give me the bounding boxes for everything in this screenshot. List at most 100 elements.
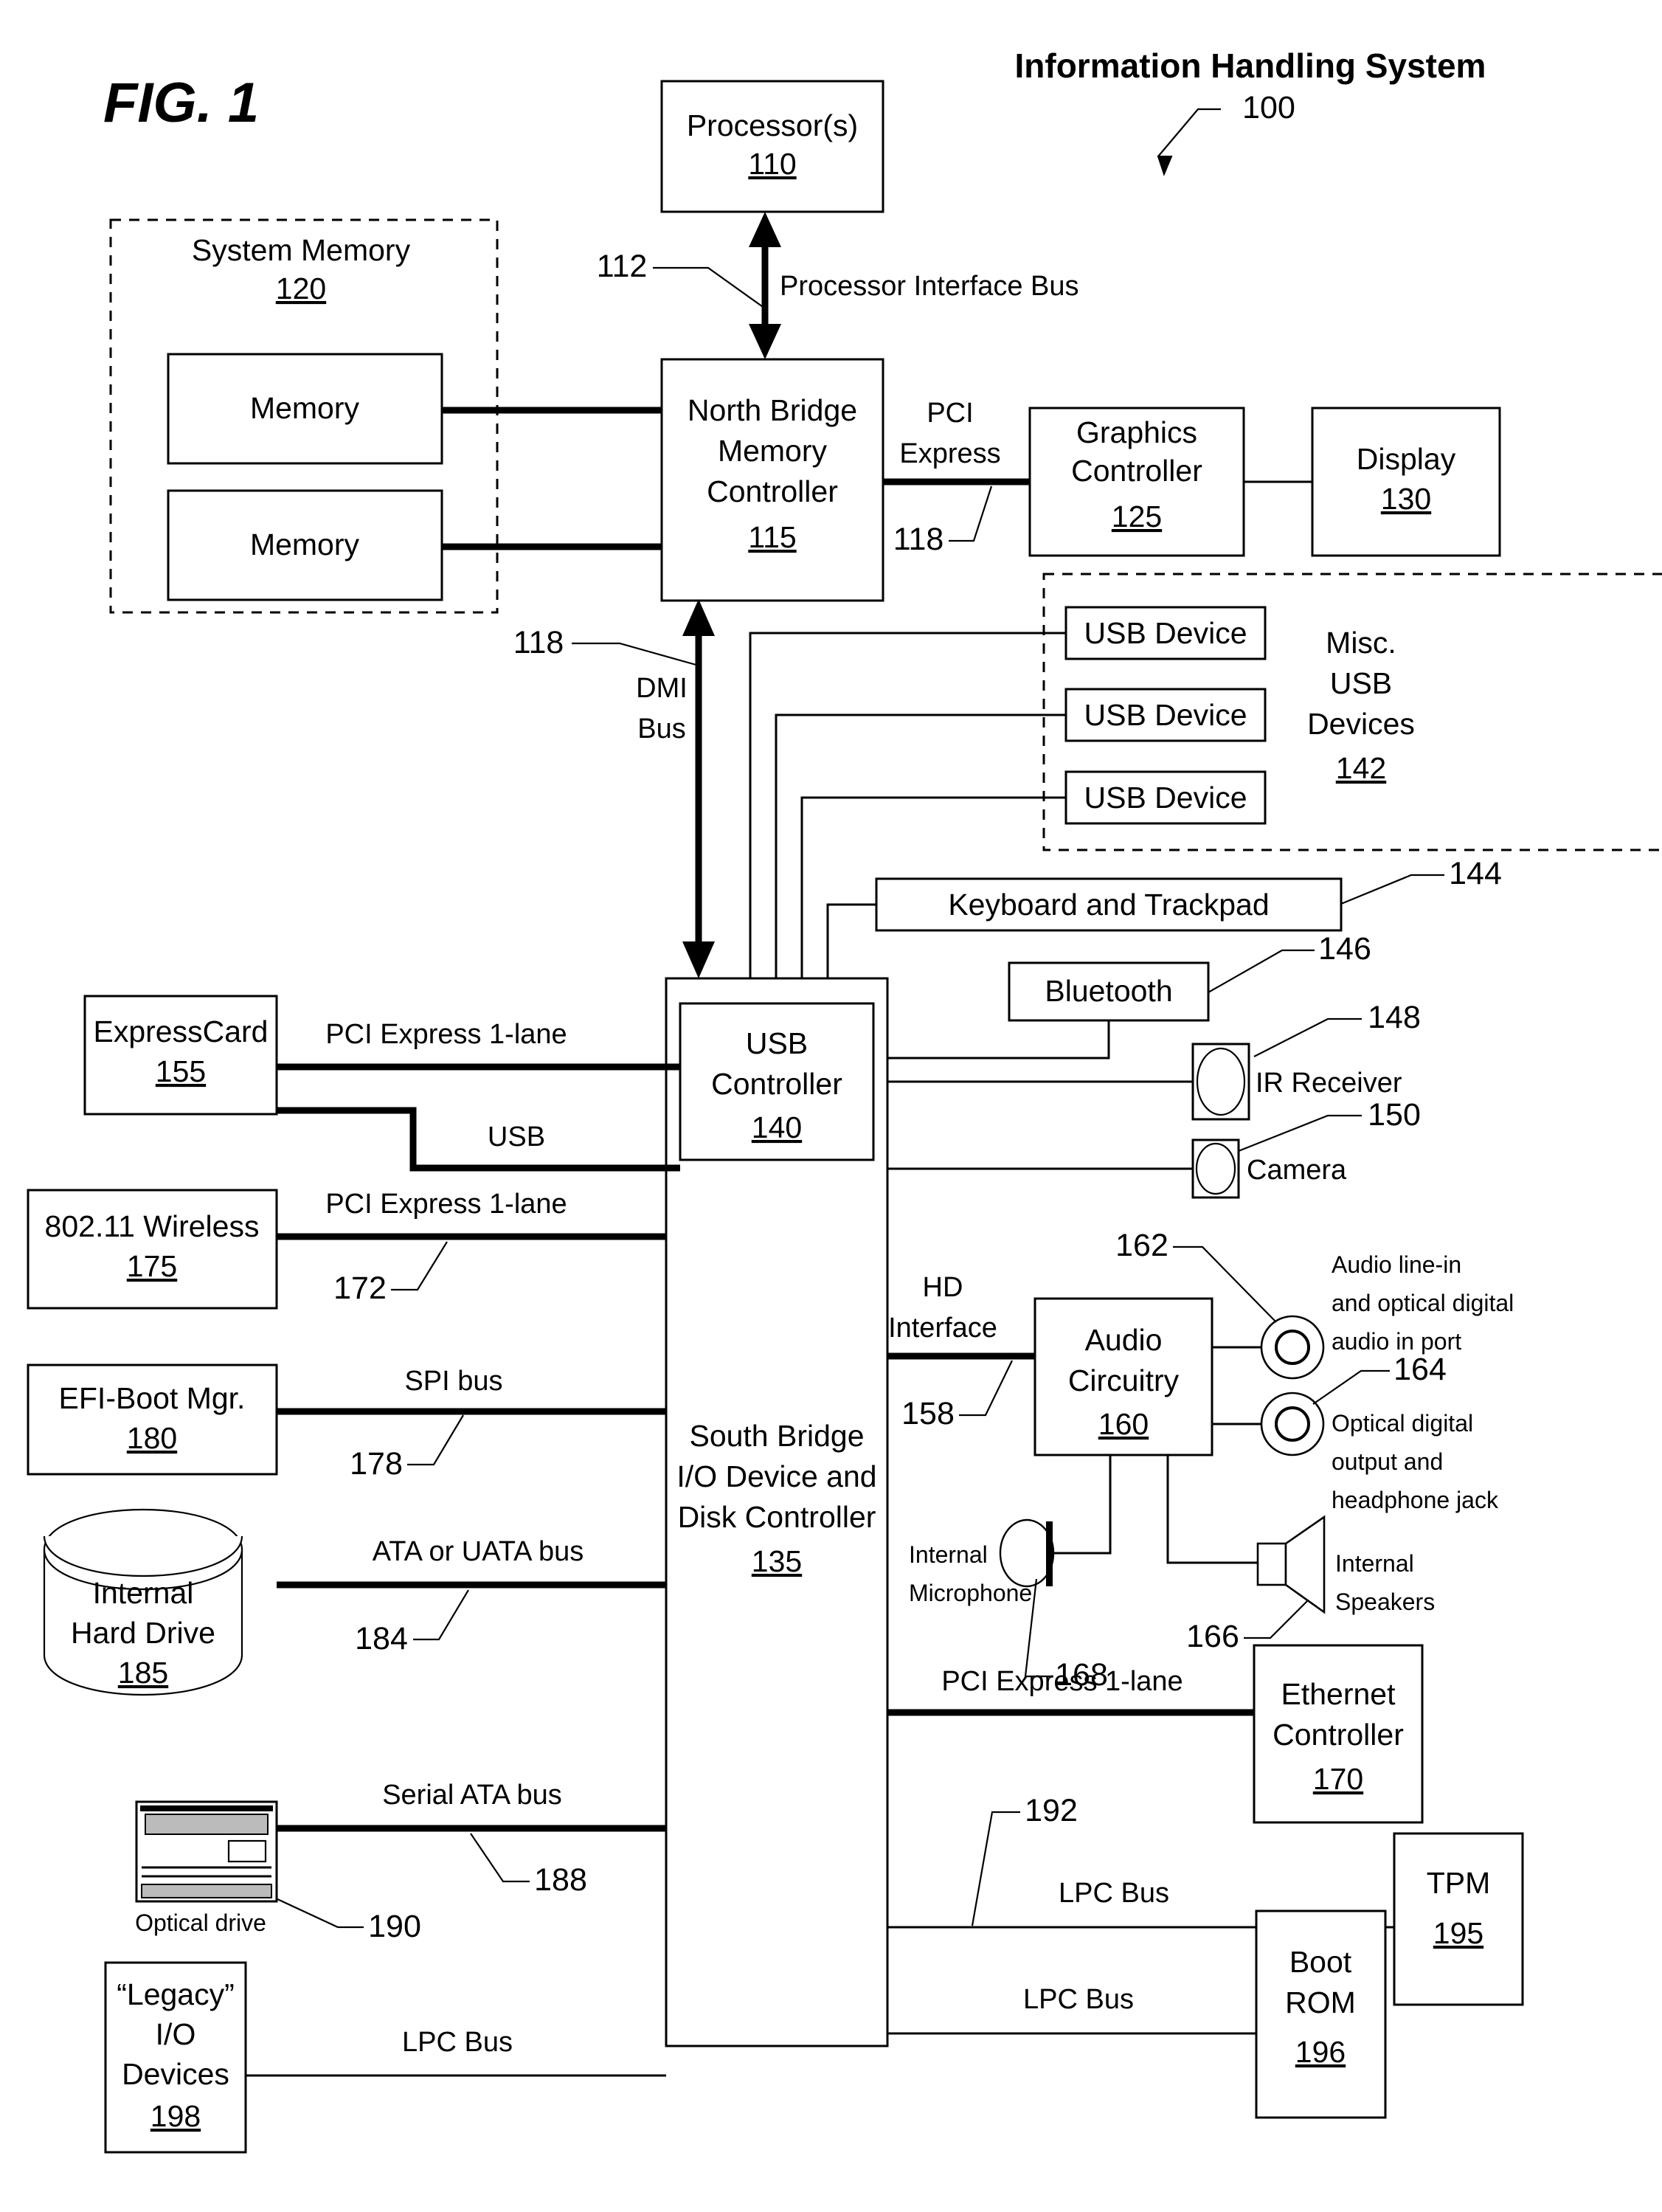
optical-out-line3: headphone jack xyxy=(1332,1487,1499,1513)
ref-150: 150 xyxy=(1368,1097,1421,1133)
group-misc-usb-ref: 142 xyxy=(1336,751,1386,785)
internal-microphone-bar-icon xyxy=(1046,1521,1053,1586)
block-north-bridge-ref: 115 xyxy=(748,520,796,554)
processor-bus-arrow-up xyxy=(749,212,781,247)
block-usb-device-3-label: USB Device xyxy=(1084,781,1247,815)
block-hard-drive-ref: 185 xyxy=(118,1656,168,1690)
ref-118-pcie-leader xyxy=(949,485,993,542)
block-graphics-ref: 125 xyxy=(1112,500,1162,533)
block-legacy-io-line1: “Legacy” xyxy=(117,1977,235,2011)
pci-express-label-line1: PCI xyxy=(927,398,973,429)
ref-190: 190 xyxy=(368,1909,421,1944)
block-usb-controller-line2: Controller xyxy=(711,1067,842,1101)
system-ref-number: 100 xyxy=(1242,90,1295,125)
hd-interface-label-line2: Interface xyxy=(888,1313,997,1344)
ref-148-leader xyxy=(1253,1017,1362,1057)
group-misc-usb-line2: USB xyxy=(1330,666,1392,700)
ref-178-leader xyxy=(407,1414,464,1466)
audio-line-in-line1: Audio line-in xyxy=(1332,1251,1461,1278)
internal-spk-line2: Speakers xyxy=(1335,1589,1435,1615)
lpc-tpm-label: LPC Bus xyxy=(1059,1878,1169,1909)
block-north-bridge-line1: North Bridge xyxy=(688,393,857,427)
ref-112: 112 xyxy=(597,249,648,284)
internal-mic-line1: Internal xyxy=(909,1541,988,1568)
block-south-bridge-line1: South Bridge xyxy=(689,1419,864,1453)
block-ir-receiver-label: IR Receiver xyxy=(1256,1068,1402,1099)
dmi-label-line2: Bus xyxy=(637,713,685,744)
block-efi-boot-label: EFI-Boot Mgr. xyxy=(59,1381,246,1415)
ref-112-leader xyxy=(653,266,766,309)
ref-158-leader xyxy=(959,1360,1013,1417)
block-south-bridge-ref: 135 xyxy=(752,1544,802,1578)
ref-118-pcie: 118 xyxy=(893,522,944,557)
audio-line-in-line3: audio in port xyxy=(1332,1328,1461,1355)
usb-bus-label: USB xyxy=(488,1121,545,1152)
block-hard-drive-line1: Internal xyxy=(93,1576,194,1610)
block-memory-b-label: Memory xyxy=(250,528,360,561)
optical-drive-top-bar xyxy=(140,1805,273,1811)
ref-184-leader xyxy=(413,1589,469,1641)
ref-118-dmi: 118 xyxy=(513,625,564,660)
ata-uata-bus-label: ATA or UATA bus xyxy=(373,1536,584,1567)
processor-bus-arrow-down xyxy=(749,324,781,359)
optical-out-line1: Optical digital xyxy=(1332,1410,1473,1437)
ref-190-leader xyxy=(275,1898,364,1929)
figure-svg: FIG. 1 Information Handling System 100 P… xyxy=(27,46,1662,2154)
ref-148: 148 xyxy=(1368,1000,1421,1035)
block-graphics-line2: Controller xyxy=(1071,454,1202,488)
block-bluetooth-label: Bluetooth xyxy=(1045,974,1172,1008)
block-memory-a-label: Memory xyxy=(250,391,360,425)
group-misc-usb-line1: Misc. xyxy=(1326,626,1396,660)
block-wireless-ref: 175 xyxy=(127,1249,177,1283)
block-boot-rom-ref: 196 xyxy=(1295,2035,1346,2069)
pcie-1lane-wireless-label: PCI Express 1-lane xyxy=(325,1189,567,1220)
ref-192: 192 xyxy=(1025,1793,1078,1828)
ref-166-leader xyxy=(1244,1600,1308,1639)
system-ref-leader xyxy=(1157,108,1221,157)
ref-172: 172 xyxy=(333,1271,387,1306)
group-system-memory-label: System Memory xyxy=(192,233,411,267)
block-south-bridge-line3: Disk Controller xyxy=(678,1500,876,1534)
internal-speaker-body-icon xyxy=(1256,1542,1287,1586)
block-boot-rom-line1: Boot xyxy=(1289,1945,1352,1979)
usb-bus-expresscard xyxy=(277,1107,680,1172)
block-tpm-ref: 195 xyxy=(1433,1916,1483,1950)
figure-label: FIG. 1 xyxy=(103,72,259,134)
spi-bus-label: SPI bus xyxy=(404,1366,502,1397)
ref-192-leader xyxy=(971,1811,1020,1926)
ref-118-dmi-leader xyxy=(572,642,699,667)
block-hard-drive-line2: Hard Drive xyxy=(71,1616,215,1650)
internal-spk-line1: Internal xyxy=(1335,1550,1414,1577)
ref-144: 144 xyxy=(1449,856,1502,891)
ref-158: 158 xyxy=(901,1396,955,1431)
block-north-bridge-line2: Memory xyxy=(718,434,828,468)
ref-172-leader xyxy=(391,1241,448,1291)
dmi-label-line1: DMI xyxy=(636,673,688,704)
block-display-label: Display xyxy=(1357,442,1456,476)
block-processors-label: Processor(s) xyxy=(687,108,858,142)
block-north-bridge-line3: Controller xyxy=(707,474,838,508)
block-efi-boot-ref: 180 xyxy=(127,1421,177,1455)
ref-184: 184 xyxy=(355,1621,408,1656)
audio-line-in-line2: and optical digital xyxy=(1332,1290,1514,1316)
usb-device-2-route xyxy=(775,713,1066,1003)
block-expresscard-label: ExpressCard xyxy=(94,1015,269,1048)
optical-drive-bottom-grill-icon xyxy=(141,1884,272,1898)
optical-digital-jack-inner-icon xyxy=(1275,1406,1310,1442)
audio-line-in-jack-inner-icon xyxy=(1275,1330,1310,1365)
block-legacy-io-line3: Devices xyxy=(122,2057,229,2091)
ref-164: 164 xyxy=(1393,1352,1447,1387)
group-system-memory-ref: 120 xyxy=(276,272,326,305)
block-audio-line1: Audio xyxy=(1085,1323,1163,1357)
dmi-arrow-down xyxy=(682,941,715,978)
patent-figure-canvas: FIG. 1 Information Handling System 100 P… xyxy=(0,0,1662,2212)
block-keyboard-label: Keyboard and Trackpad xyxy=(948,888,1269,922)
block-legacy-io-ref: 198 xyxy=(150,2099,201,2133)
block-usb-controller-line1: USB xyxy=(746,1026,808,1060)
block-usb-controller-ref: 140 xyxy=(752,1110,802,1144)
ref-188: 188 xyxy=(534,1862,587,1898)
system-title: Information Handling System xyxy=(1015,46,1486,85)
block-display-ref: 130 xyxy=(1381,482,1431,516)
block-legacy-io-line2: I/O xyxy=(156,2017,196,2051)
pcie-1lane-ethernet-label: PCI Express 1-lane xyxy=(941,1666,1183,1697)
